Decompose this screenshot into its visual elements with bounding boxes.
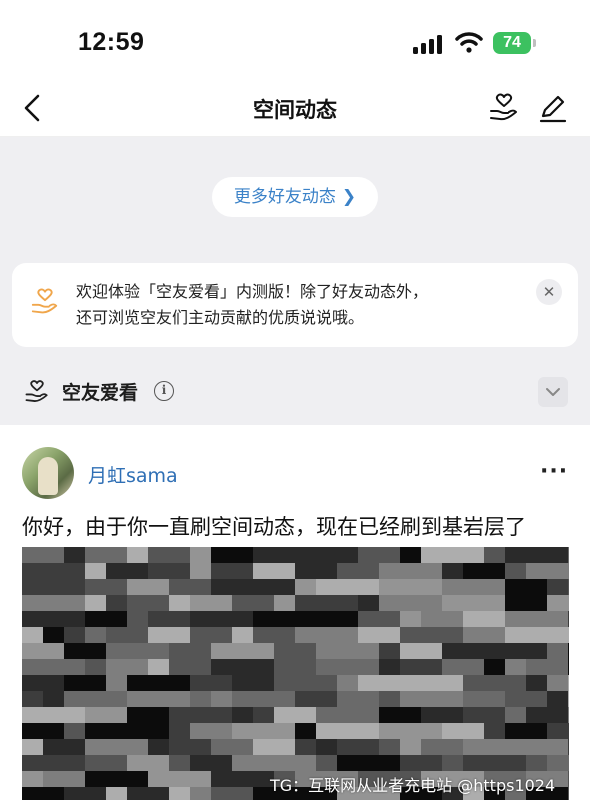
feed-header-area: 更多好友动态 ❯ 欢迎体验「空友爱看」内测版！除了好友动态外， 还可浏览空友们主动… [0,137,590,425]
cellular-signal-icon [413,35,442,54]
notice-line-2: 还可浏览空友们主动贡献的优质说说哦。 [76,308,365,327]
heart-hand-icon[interactable] [488,92,520,124]
wifi-icon [455,32,483,53]
edit-icon[interactable] [537,92,569,124]
more-options-icon[interactable]: ··· [540,459,568,484]
nav-bar: 空间动态 [0,80,590,137]
watermark: TG：互联网从业者充电站 @https1024 [270,776,556,795]
chevron-down-icon[interactable] [538,377,568,407]
section-header: 空友爱看 i [0,361,590,425]
close-icon[interactable]: ✕ [536,279,562,305]
status-bar: 12:59 74 [0,0,590,80]
info-icon[interactable]: i [154,381,174,401]
avatar[interactable] [22,447,74,499]
heart-hand-icon [25,380,48,402]
battery-tip [533,39,536,47]
post-card: 月虹sama ··· 你好，由于你一直刷空间动态，现在已经刷到基岩层了 [0,425,590,800]
section-title: 空友爱看 [62,382,139,404]
post-author[interactable]: 月虹sama [88,461,178,488]
chevron-right-icon: ❯ [341,187,357,207]
notice-text: 欢迎体验「空友爱看」内测版！除了好友动态外， 还可浏览空友们主动贡献的优质说说哦… [76,279,526,331]
post-text: 你好，由于你一直刷空间动态，现在已经刷到基岩层了 [22,515,526,539]
bedrock-texture-image[interactable] [22,547,569,800]
battery-level: 74 [493,32,531,54]
heart-hand-icon [31,288,58,314]
battery-icon: 74 [493,32,537,56]
more-friends-label: 更多好友动态 [233,187,336,207]
notice-line-1: 欢迎体验「空友爱看」内测版！除了好友动态外， [76,282,429,301]
avatar-figure [38,457,58,495]
status-time: 12:59 [78,28,145,56]
notice-card: 欢迎体验「空友爱看」内测版！除了好友动态外， 还可浏览空友们主动贡献的优质说说哦… [12,263,578,347]
more-friends-button[interactable]: 更多好友动态 ❯ [212,177,378,217]
